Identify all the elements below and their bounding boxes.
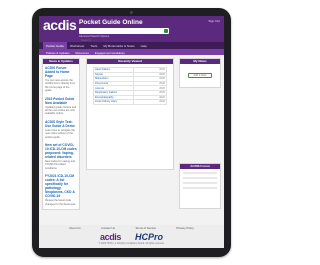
news-summary: Review the latest code changes for the f…	[45, 199, 76, 206]
forum-placeholder-line	[183, 182, 217, 184]
news-title[interactable]: New set of COVID-19 ICD-10-CM codes prop…	[45, 143, 77, 159]
news-summary: Learn how to navigate the new online edi…	[45, 128, 75, 139]
footer-link-privacy[interactable]: Privacy Policy	[176, 226, 193, 230]
footer-hcpro-logo: HCPro	[135, 232, 164, 242]
news-title[interactable]: FY2021 ICD-10-CM codes: A list specifica…	[45, 174, 77, 198]
sign-out-link[interactable]: Sign Out	[208, 19, 220, 23]
footer-logos: acdis HCPro	[39, 231, 224, 243]
news-item: ACDIS Forum Added to Home Page You can n…	[43, 64, 79, 95]
recent-heading: Recently Viewed	[87, 59, 173, 64]
tab-worksheet[interactable]: Worksheet	[67, 42, 87, 49]
footer-link-about[interactable]: About Us	[69, 226, 81, 230]
recent-table: Heart Failure 2020 Sepsis 2020 Malnutritio…	[93, 67, 167, 105]
news-item: ACDIS Style Test: Use Guide & Demo Learn…	[43, 118, 79, 141]
page-footer: About Us Contact Us Terms of Service Pri…	[39, 225, 224, 248]
table-row[interactable]: Acute Kidney Injury 2020	[93, 99, 167, 105]
acdis-logo[interactable]: acdis	[43, 18, 77, 32]
tablet-frame: acdis Pocket Guide Online Sign Out Advan…	[32, 8, 231, 257]
news-panel: News & Updates ACDIS Forum Added to Home…	[42, 58, 80, 210]
news-item: New set of COVID-19 ICD-10-CM codes prop…	[43, 141, 79, 172]
tab-help[interactable]: Help	[138, 42, 150, 49]
app-header: acdis Pocket Guide Online Sign Out Advan…	[39, 16, 224, 43]
search-button[interactable]	[164, 29, 168, 33]
app-title: Pocket Guide Online	[79, 19, 143, 26]
advanced-search-link[interactable]: Advanced Search Options	[79, 35, 109, 38]
footer-link-contact[interactable]: Contact Us	[101, 226, 115, 230]
news-title[interactable]: ACDIS Forum Added to Home Page	[45, 66, 77, 78]
news-title[interactable]: 2019 Pocket Guide Now Available	[45, 97, 77, 105]
main-tabs: Pocket Guide Worksheet Tools My Bookmark…	[39, 42, 224, 49]
recent-doc-link[interactable]: Acute Kidney Injury	[93, 99, 134, 105]
app-screen: acdis Pocket Guide Online Sign Out Advan…	[39, 16, 224, 248]
main-content: News & Updates ACDIS Forum Added to Home…	[39, 55, 224, 225]
recent-date: 2020	[133, 99, 167, 105]
footer-acdis-logo: acdis	[99, 232, 121, 242]
news-title[interactable]: ACDIS Style Test: Use Guide & Demo	[45, 120, 77, 128]
search-box	[79, 28, 169, 43]
acdis-forum-panel: ACDIS Forum	[179, 163, 221, 209]
news-summary: Updated guide content and all the new co…	[45, 105, 77, 116]
recently-viewed-panel: Recently Viewed Heart Failure 2020 Sepsis…	[86, 58, 174, 170]
footer-copyright: © 2020 HCPro, a Simplify Compliance bran…	[98, 243, 165, 245]
my-notes-panel: My Notes Add a Note	[179, 58, 221, 88]
notes-heading: My Notes	[180, 59, 220, 64]
news-item: FY2021 ICD-10-CM codes: A list specifica…	[43, 172, 79, 208]
news-summary: You can now access the ACDIS forum direc…	[45, 79, 76, 93]
forum-placeholder-line	[183, 177, 217, 179]
camera-dot	[130, 11, 133, 14]
footer-link-terms[interactable]: Terms of Service	[135, 226, 156, 230]
news-item: 2019 Pocket Guide Now Available Updated …	[43, 95, 79, 118]
forum-placeholder-line	[183, 172, 217, 174]
forum-content	[180, 169, 220, 195]
news-summary: New codes for vaping and COVID-19 relate…	[45, 160, 75, 170]
tab-tools[interactable]: Tools	[87, 42, 100, 49]
add-note-button[interactable]: Add a Note	[188, 73, 212, 78]
tab-pocket-guide[interactable]: Pocket Guide	[43, 42, 68, 49]
tab-bookmarks[interactable]: My Bookmarks & Notes	[100, 42, 137, 49]
forum-placeholder-line	[183, 187, 217, 189]
